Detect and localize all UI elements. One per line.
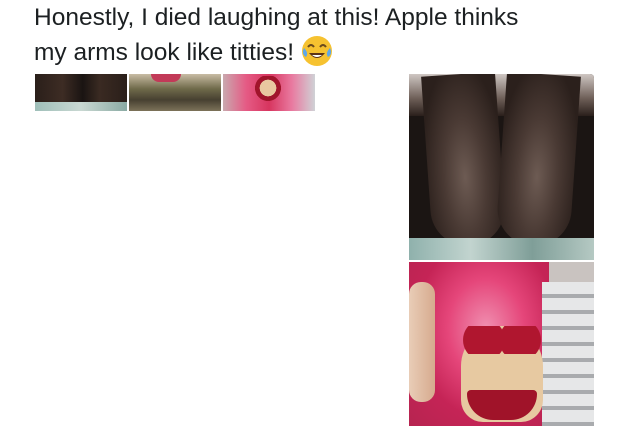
photo-wrapped-items (542, 282, 594, 426)
photo-right-leg (495, 74, 581, 249)
media-thumbnail-strip (35, 74, 315, 111)
tweet-text-line-1: Honestly, I died laughing at this! Apple… (34, 4, 519, 31)
tweet-text-line-2: my arms look like titties! (34, 39, 295, 66)
photo-floor (409, 238, 594, 260)
photo-figurine-top (461, 326, 543, 354)
thumbnail-2[interactable] (129, 74, 221, 111)
tweet-text: Honestly, I died laughing at this! Apple… (34, 2, 624, 69)
thumbnail-3[interactable] (223, 74, 315, 111)
face-with-tears-of-joy-icon (300, 34, 334, 68)
photo-figurine[interactable] (409, 262, 594, 426)
photo-finger (409, 282, 435, 402)
photo-legs[interactable] (409, 74, 594, 260)
photo-left-leg (421, 74, 507, 249)
thumbnail-1[interactable] (35, 74, 127, 111)
